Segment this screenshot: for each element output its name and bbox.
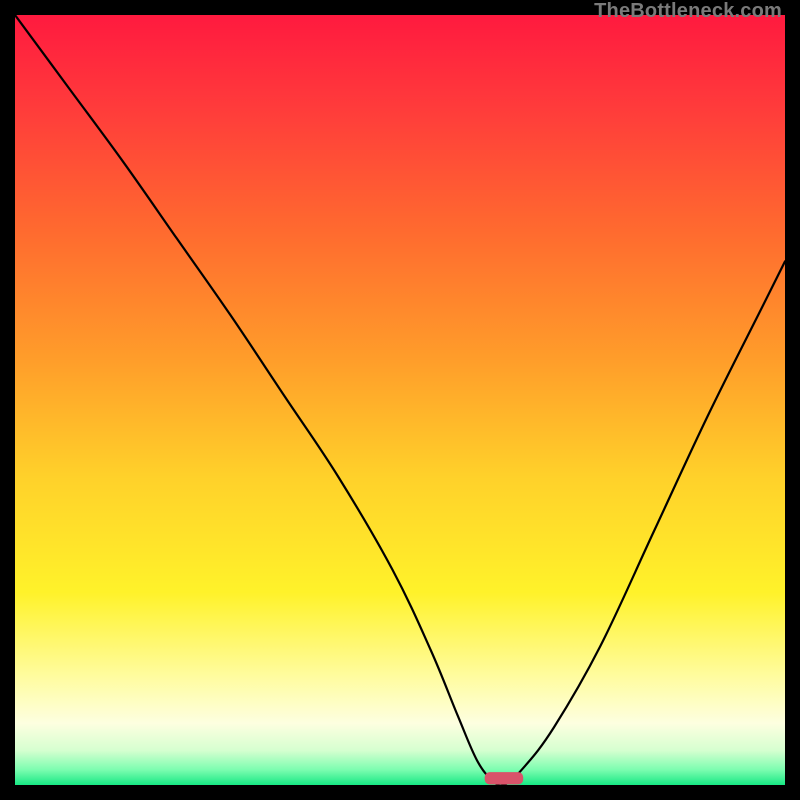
bottleneck-chart xyxy=(15,15,785,785)
gradient-background xyxy=(15,15,785,785)
minimum-marker xyxy=(485,772,524,784)
watermark-text: TheBottleneck.com xyxy=(594,0,782,23)
chart-frame: TheBottleneck.com xyxy=(0,0,800,800)
plot-area xyxy=(15,15,785,785)
